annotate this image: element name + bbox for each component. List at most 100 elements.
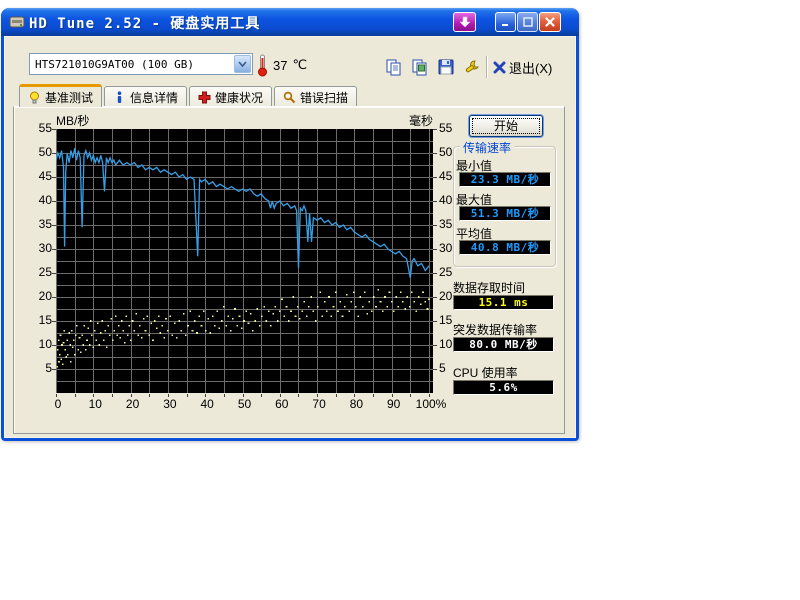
magnifier-icon — [283, 91, 296, 104]
x-tick-mark — [392, 394, 393, 397]
tab-benchmark-label: 基准测试 — [45, 89, 93, 106]
window-title: HD Tune 2.52 - 硬盘实用工具 — [29, 13, 260, 33]
max-value-display: 51.3 MB/秒 — [459, 206, 551, 221]
info-icon — [113, 91, 126, 104]
thermometer-icon — [257, 53, 268, 77]
cpu-usage-display: 5.6% — [453, 380, 554, 395]
x-tick: 50 — [225, 397, 265, 411]
min-value-display: 23.3 MB/秒 — [459, 172, 551, 187]
avg-value-display: 40.8 MB/秒 — [459, 240, 551, 255]
y-axis-title-right: 毫秒 — [375, 112, 433, 129]
copy-image-icon — [411, 58, 429, 76]
y-tick-left: 35 — [26, 217, 52, 231]
exit-label: 退出(X) — [509, 58, 552, 77]
y-tick-mark — [52, 201, 56, 202]
x-tick-mark — [205, 394, 206, 397]
x-tick: 100% — [411, 397, 451, 411]
y-tick-mark — [433, 201, 437, 202]
x-tick: 90 — [374, 397, 414, 411]
drive-select-dropdown[interactable]: HTS721010G9AT00 (100 GB) — [29, 53, 253, 75]
x-tick-mark — [410, 394, 411, 397]
x-tick: 60 — [262, 397, 302, 411]
titlebar[interactable]: HD Tune 2.52 - 硬盘实用工具 — [1, 8, 579, 36]
temperature-unit: ℃ — [292, 57, 307, 73]
options-button[interactable] — [461, 56, 483, 78]
y-tick-left: 25 — [26, 265, 52, 279]
x-tick-mark — [224, 394, 225, 397]
tab-error-scan[interactable]: 错误扫描 — [274, 86, 357, 107]
x-tick-mark — [336, 394, 337, 397]
cpu-usage-label: CPU 使用率 — [453, 364, 518, 381]
temperature-value: 37 — [273, 58, 287, 73]
hdtune-window: HD Tune 2.52 - 硬盘实用工具 — [1, 8, 579, 441]
options-wrench-icon — [463, 58, 481, 76]
x-tick-mark — [93, 394, 94, 397]
benchmark-panel: MB/秒 毫秒 55555050454540403535303025252020… — [13, 106, 565, 434]
y-tick-mark — [52, 225, 56, 226]
x-tick-mark — [429, 394, 430, 397]
x-tick: 0 — [38, 397, 78, 411]
tab-bar: 基准测试 信息详情 健康状况 — [19, 85, 357, 108]
close-button[interactable] — [539, 12, 561, 32]
update-download-button[interactable] — [453, 12, 476, 32]
copy-image-button[interactable] — [409, 56, 431, 78]
x-tick-mark — [112, 394, 113, 397]
y-tick-mark — [52, 345, 56, 346]
y-tick-left: 20 — [26, 289, 52, 303]
y-tick-mark — [52, 249, 56, 250]
tab-benchmark[interactable]: 基准测试 — [19, 84, 102, 107]
x-tick-mark — [75, 394, 76, 397]
transfer-rate-group-title: 传输速率 — [460, 139, 514, 156]
x-tick: 30 — [150, 397, 190, 411]
y-tick-right: 55 — [439, 121, 465, 135]
y-tick-left: 15 — [26, 313, 52, 327]
y-tick-mark — [433, 369, 437, 370]
x-tick: 20 — [113, 397, 153, 411]
x-tick-mark — [261, 394, 262, 397]
chevron-down-icon — [238, 61, 247, 68]
burst-rate-display: 80.0 MB/秒 — [453, 337, 554, 352]
tab-info-label: 信息详情 — [130, 89, 178, 106]
maximize-icon — [523, 17, 533, 27]
y-tick-mark — [433, 321, 437, 322]
health-cross-icon — [198, 91, 211, 104]
y-tick-mark — [433, 273, 437, 274]
tab-health[interactable]: 健康状况 — [189, 86, 272, 107]
tab-health-label: 健康状况 — [215, 89, 263, 106]
y-tick-mark — [433, 177, 437, 178]
y-tick-right: 25 — [439, 265, 465, 279]
down-arrow-icon — [459, 16, 471, 28]
x-tick-mark — [373, 394, 374, 397]
x-tick: 80 — [336, 397, 376, 411]
x-tick-mark — [298, 394, 299, 397]
temperature-display: 37 ℃ — [257, 53, 307, 77]
toolbar-separator — [486, 56, 487, 78]
start-button[interactable]: 开始 — [469, 115, 543, 137]
y-tick-mark — [52, 153, 56, 154]
access-time-label: 数据存取时间 — [453, 279, 525, 296]
y-tick-mark — [52, 321, 56, 322]
drive-select-value: HTS721010G9AT00 (100 GB) — [35, 58, 194, 71]
y-tick-left: 40 — [26, 193, 52, 207]
y-tick-mark — [52, 177, 56, 178]
x-tick-mark — [149, 394, 150, 397]
y-tick-mark — [52, 369, 56, 370]
y-tick-mark — [433, 225, 437, 226]
y-tick-mark — [52, 273, 56, 274]
minimize-button[interactable] — [495, 12, 516, 32]
tab-info[interactable]: 信息详情 — [104, 86, 187, 107]
x-tick-mark — [243, 394, 244, 397]
save-button[interactable] — [435, 56, 457, 78]
y-tick-mark — [52, 129, 56, 130]
y-tick-left: 10 — [26, 337, 52, 351]
x-tick-mark — [187, 394, 188, 397]
exit-button[interactable]: 退出(X) — [493, 56, 552, 78]
maximize-button[interactable] — [517, 12, 538, 32]
benchmark-chart: MB/秒 毫秒 55555050454540403535303025252020… — [14, 107, 449, 435]
x-tick-mark — [280, 394, 281, 397]
x-tick-mark — [56, 394, 57, 397]
dropdown-button[interactable] — [234, 55, 251, 73]
copy-text-button[interactable] — [383, 56, 405, 78]
y-tick-mark — [433, 249, 437, 250]
y-axis-title-left: MB/秒 — [56, 112, 89, 129]
